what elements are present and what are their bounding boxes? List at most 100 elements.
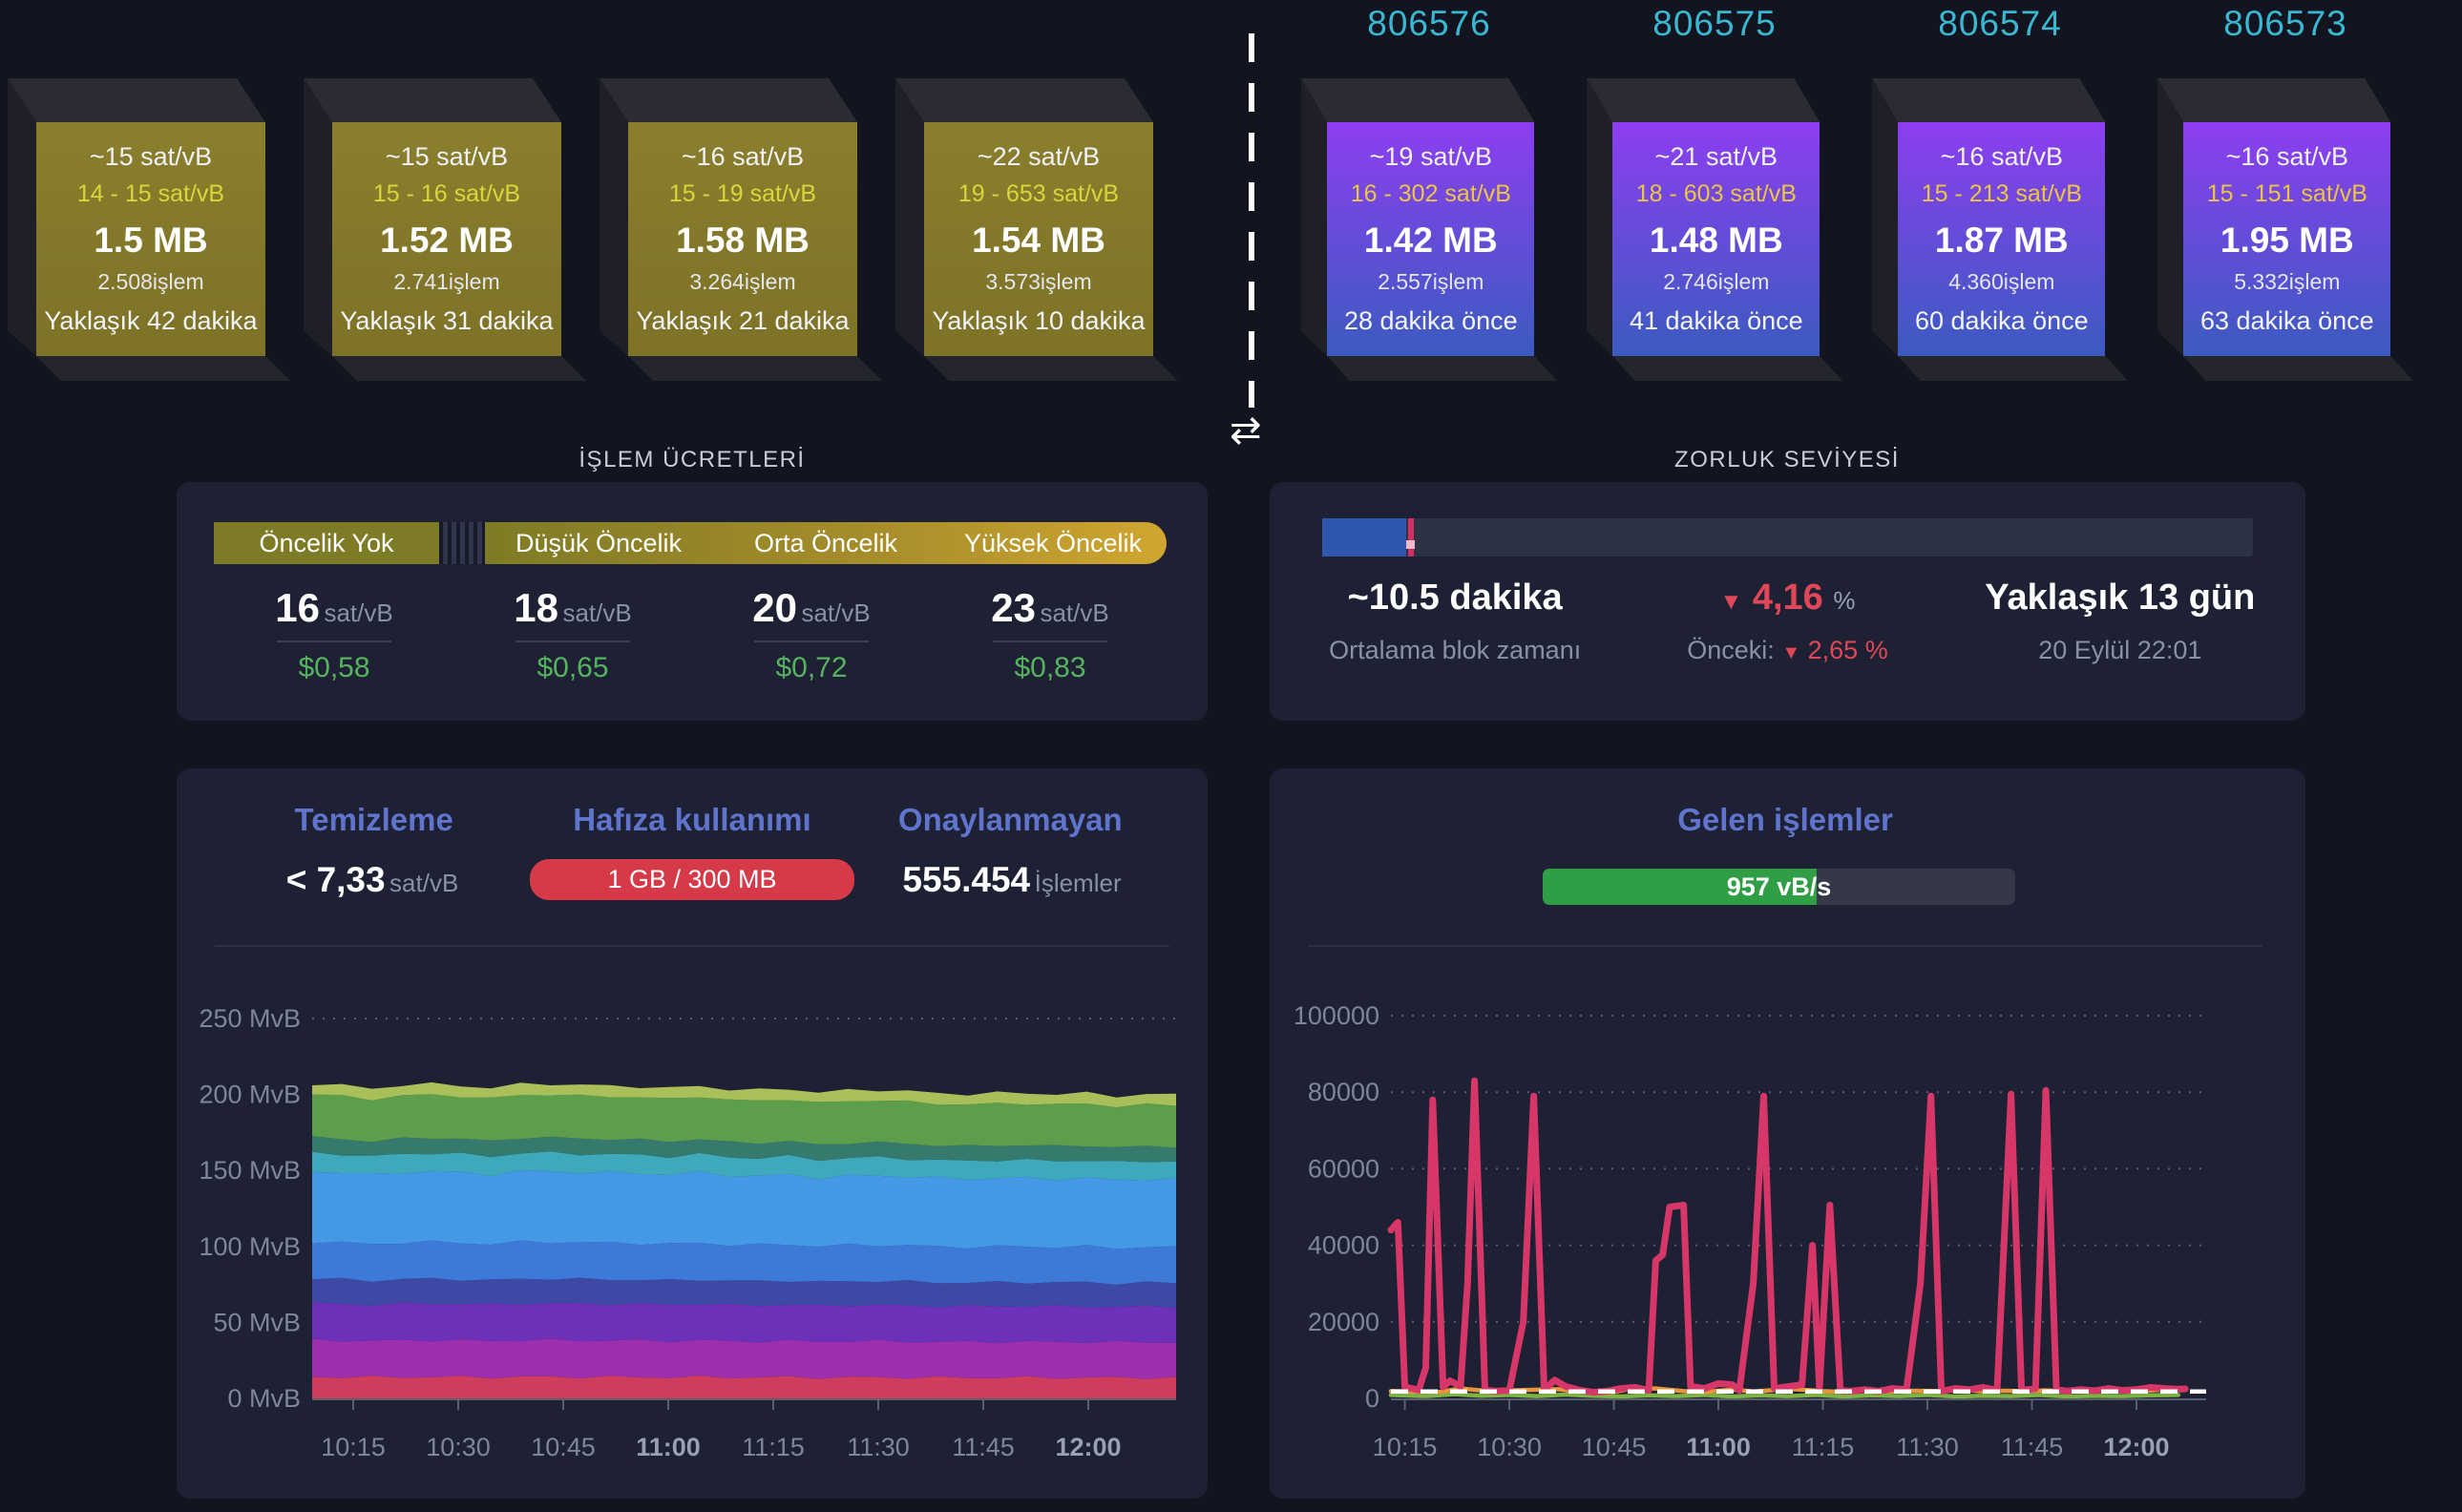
incoming-rate-value: 957 vB/s (1543, 869, 2015, 905)
block-age: 41 dakika önce (1630, 306, 1803, 336)
mined-block[interactable]: ~19 sat/vB 16 - 302 sat/vB 1.42 MB 2.557… (1301, 78, 1557, 381)
block-tx-count: 2.746işlem (1663, 269, 1769, 295)
block-face: ~16 sat/vB 15 - 213 sat/vB 1.87 MB 4.360… (1898, 122, 2105, 356)
pending-block[interactable]: ~22 sat/vB 19 - 653 sat/vB 1.54 MB 3.573… (895, 78, 1178, 381)
tab-low-priority[interactable]: Düşük Öncelik (485, 522, 712, 564)
mempool-dashboard: 806576 806575 806574 806573 ~15 sat/vB 1… (0, 0, 2462, 1512)
svg-text:20000: 20000 (1308, 1308, 1379, 1336)
block-tx-count: 4.360işlem (1948, 269, 2054, 295)
block-tx-count: 3.573işlem (985, 269, 1091, 295)
block-median-fee: ~16 sat/vB (682, 142, 804, 172)
fee-rate-unit: sat/vB (562, 598, 631, 627)
fees-panel: Öncelik Yok Düşük Öncelik Orta Öncelik Y… (177, 482, 1208, 721)
block-fee-range: 16 - 302 sat/vB (1351, 180, 1511, 208)
block-height-link[interactable]: 806576 (1301, 4, 1557, 44)
block-height-link[interactable]: 806573 (2157, 4, 2413, 44)
block-median-fee: ~22 sat/vB (978, 142, 1100, 172)
block-median-fee: ~21 sat/vB (1655, 142, 1778, 172)
block-height-link[interactable]: 806574 (1872, 4, 2128, 44)
svg-text:0 MvB: 0 MvB (227, 1384, 301, 1413)
purging-header: Temizleme (215, 802, 533, 838)
block-median-fee: ~16 sat/vB (1941, 142, 2063, 172)
block-eta: Yaklaşık 31 dakika (340, 306, 553, 336)
difficulty-change-unit: % (1833, 586, 1855, 615)
svg-text:250 MvB: 250 MvB (199, 1004, 301, 1033)
fee-stats-row: 16 sat/vB $0,58 18 sat/vB $0,65 20 sat/v… (215, 585, 1169, 684)
block-face: ~21 sat/vB 18 - 603 sat/vB 1.48 MB 2.746… (1612, 122, 1820, 356)
block-eta: Yaklaşık 21 dakika (636, 306, 849, 336)
unconfirmed-count: 555.454 (902, 860, 1030, 899)
divider (754, 640, 869, 642)
block-height-link[interactable]: 806575 (1587, 4, 1842, 44)
fee-rate-unit: sat/vB (1040, 598, 1108, 627)
fee-usd-value: $0,72 (692, 652, 931, 684)
block-age: 28 dakika önce (1344, 306, 1518, 336)
tab-high-priority[interactable]: Yüksek Öncelik (939, 522, 1167, 564)
svg-text:11:00: 11:00 (636, 1433, 701, 1461)
difficulty-change-value: 4,16 (1753, 578, 1823, 618)
fee-rate-value: 20 (752, 585, 797, 630)
difficulty-progress-bar[interactable] (1322, 518, 2253, 556)
divider (1308, 945, 2262, 947)
difficulty-now-marker (1408, 518, 1414, 556)
pending-block[interactable]: ~15 sat/vB 14 - 15 sat/vB 1.5 MB 2.508iş… (8, 78, 290, 381)
svg-text:11:45: 11:45 (2001, 1433, 2064, 1461)
svg-text:10:15: 10:15 (1373, 1433, 1438, 1461)
svg-text:11:00: 11:00 (1686, 1433, 1751, 1461)
svg-text:12:00: 12:00 (2103, 1433, 2169, 1461)
mempool-panel: Temizleme Hafıza kullanımı Onaylanmayan … (177, 768, 1208, 1499)
pending-block[interactable]: ~15 sat/vB 15 - 16 sat/vB 1.52 MB 2.741i… (304, 78, 586, 381)
svg-text:80000: 80000 (1308, 1078, 1379, 1106)
svg-text:10:45: 10:45 (1582, 1433, 1647, 1461)
pending-block[interactable]: ~16 sat/vB 15 - 19 sat/vB 1.58 MB 3.264i… (600, 78, 882, 381)
fee-rate-value: 18 (514, 585, 558, 630)
retarget-date: 20 Eylül 22:01 (1954, 636, 2286, 665)
fee-stat: 18 sat/vB $0,65 (453, 585, 692, 684)
down-triangle-icon: ▼ (1720, 589, 1743, 615)
svg-text:11:15: 11:15 (742, 1433, 805, 1461)
block-face: ~15 sat/vB 14 - 15 sat/vB 1.5 MB 2.508iş… (36, 122, 265, 356)
block-age: 63 dakika önce (2200, 306, 2374, 336)
mined-block[interactable]: ~16 sat/vB 15 - 151 sat/vB 1.95 MB 5.332… (2157, 78, 2413, 381)
avg-block-time-label: Ortalama blok zamanı (1289, 636, 1621, 665)
mempool-size-chart[interactable]: 0 MvB50 MvB100 MvB150 MvB200 MvB250 MvB1… (191, 974, 1203, 1489)
block-face: ~19 sat/vB 16 - 302 sat/vB 1.42 MB 2.557… (1327, 122, 1534, 356)
block-fee-range: 15 - 213 sat/vB (1922, 180, 2082, 208)
fees-panel-title: İŞLEM ÜCRETLERİ (406, 447, 978, 473)
block-median-fee: ~15 sat/vB (90, 142, 212, 172)
block-face: ~15 sat/vB 15 - 16 sat/vB 1.52 MB 2.741i… (332, 122, 561, 356)
svg-text:40000: 40000 (1308, 1231, 1379, 1260)
block-median-fee: ~15 sat/vB (386, 142, 508, 172)
mined-block[interactable]: ~21 sat/vB 18 - 603 sat/vB 1.48 MB 2.746… (1587, 78, 1842, 381)
fee-usd-value: $0,65 (453, 652, 692, 684)
incoming-panel: Gelen işlemler 957 vB/s 0200004000060000… (1270, 768, 2305, 1499)
svg-text:10:15: 10:15 (321, 1433, 386, 1461)
fee-rate-unit: sat/vB (801, 598, 870, 627)
tab-no-priority[interactable]: Öncelik Yok (214, 522, 439, 564)
memory-header: Hafıza kullanımı (533, 802, 851, 838)
block-size: 1.48 MB (1650, 220, 1783, 261)
unconfirmed-header: Onaylanmayan (852, 802, 1169, 838)
down-triangle-icon: ▼ (1781, 642, 1800, 663)
block-size: 1.95 MB (2220, 220, 2354, 261)
chain-divider (1249, 33, 1254, 408)
fee-stat: 16 sat/vB $0,58 (215, 585, 453, 684)
avg-block-time-value: ~10.5 dakika (1289, 578, 1621, 619)
svg-text:100000: 100000 (1294, 1001, 1379, 1030)
incoming-tx-chart[interactable]: 02000040000600008000010000010:1510:3010:… (1284, 974, 2296, 1489)
block-size: 1.42 MB (1364, 220, 1498, 261)
block-median-fee: ~19 sat/vB (1370, 142, 1492, 172)
svg-text:11:30: 11:30 (1896, 1433, 1959, 1461)
previous-change-value: 2,65 % (1808, 636, 1888, 664)
block-size: 1.54 MB (972, 220, 1105, 261)
mined-block[interactable]: ~16 sat/vB 15 - 213 sat/vB 1.87 MB 4.360… (1872, 78, 2128, 381)
fee-rate-unit: sat/vB (324, 598, 392, 627)
block-size: 1.58 MB (676, 220, 810, 261)
purging-unit: sat/vB (389, 869, 458, 897)
block-tx-count: 3.264işlem (689, 269, 795, 295)
divider (215, 945, 1169, 947)
tab-medium-priority[interactable]: Orta Öncelik (712, 522, 939, 564)
svg-text:50 MvB: 50 MvB (213, 1308, 301, 1336)
svg-text:11:45: 11:45 (952, 1433, 1015, 1461)
divider (516, 640, 630, 642)
